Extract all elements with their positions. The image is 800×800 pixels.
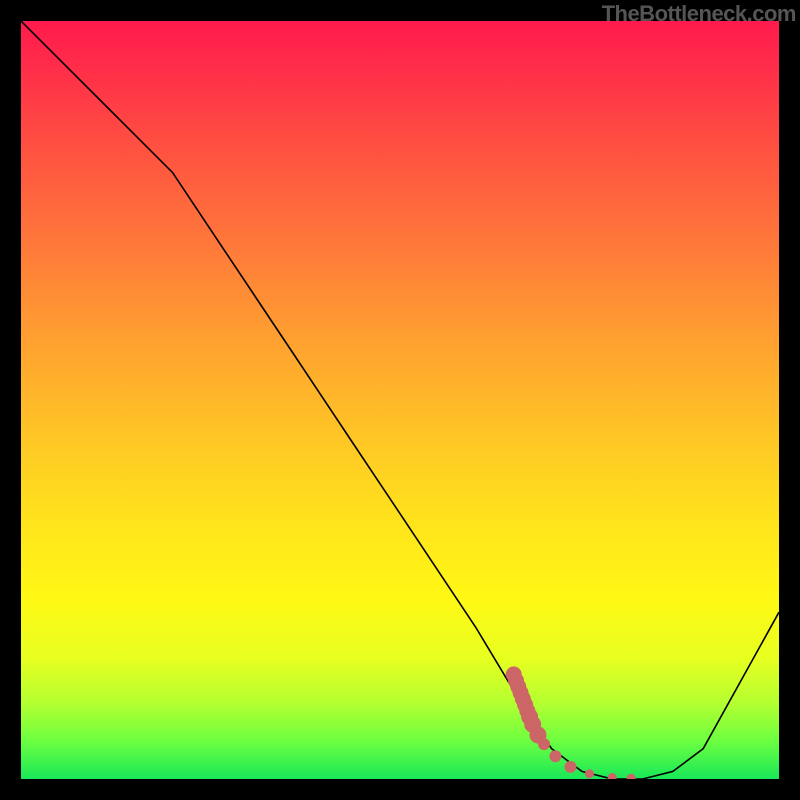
- attribution-text: TheBottleneck.com: [602, 1, 796, 27]
- plot-background: [21, 21, 779, 779]
